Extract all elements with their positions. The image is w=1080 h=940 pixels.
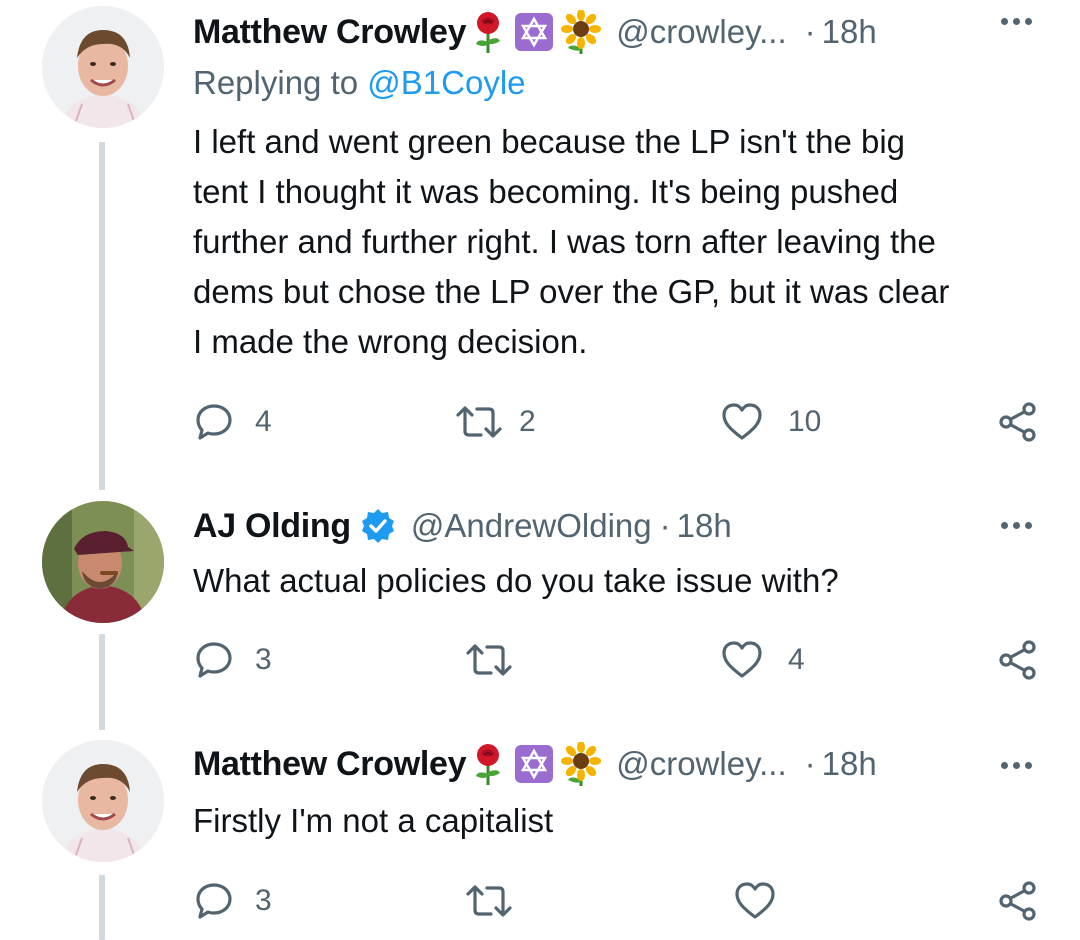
more-options-icon[interactable] [1001,18,1032,25]
tweet-text-line: dems but chose the LP over the GP, but i… [193,273,950,310]
heart-icon [722,403,762,440]
thread-line [99,634,105,730]
heart-icon [722,641,762,678]
tweet-text-line: further and further right. I was torn af… [193,223,936,260]
thread-line [99,875,105,940]
display-name[interactable]: Matthew Crowley [193,13,467,52]
tweet-2[interactable]: AJ Olding @AndrewOlding · 18h What actua… [0,490,1080,730]
separator-dot: · [804,745,816,782]
share-icon [999,402,1036,442]
like-button[interactable]: 4 [720,635,805,685]
retweet-button[interactable] [463,876,535,926]
tweet-header: AJ Olding @AndrewOlding · 18h [193,502,732,550]
action-bar: 4 2 10 [193,397,1043,447]
display-name[interactable]: Matthew Crowley [193,745,467,784]
tweet-header: Matthew Crowley @crowley... · 18h [193,740,877,788]
avatar[interactable] [42,6,164,128]
reply-icon [196,883,232,919]
tweet-1[interactable]: Matthew Crowley @crowley... · 18h Replyi… [0,0,1080,490]
reply-button[interactable]: 4 [193,397,272,447]
replying-to-label: Replying to [193,64,359,101]
timestamp[interactable]: 18h [677,507,732,545]
retweet-icon [466,885,512,917]
reply-button[interactable]: 3 [193,635,272,685]
share-button[interactable] [997,635,1039,685]
thread-line [99,142,105,490]
rose-icon [472,10,504,54]
retweet-button[interactable]: 2 [453,397,536,447]
display-name[interactable]: AJ Olding [193,507,351,546]
more-options-icon[interactable] [1001,522,1032,529]
tweet-text-line: What actual policies do you take issue w… [193,562,839,599]
reply-button[interactable]: 3 [193,876,272,926]
more-options-icon[interactable] [1001,762,1032,769]
reply-icon [196,642,232,678]
tweet-text-line: Firstly I'm not a capitalist [193,802,554,839]
handle[interactable]: @crowley... [616,13,786,51]
separator-dot: · [804,13,816,50]
star-of-david-icon [514,744,554,784]
retweet-count: 2 [519,405,536,438]
star-of-david-icon [514,12,554,52]
share-button[interactable] [997,876,1039,926]
retweet-icon [466,644,512,676]
avatar[interactable] [42,740,164,862]
like-count: 4 [788,643,805,676]
retweet-icon [456,406,502,438]
avatar[interactable] [42,501,164,623]
heart-icon [735,882,775,919]
verified-badge-icon [359,507,397,545]
timestamp[interactable]: 18h [822,745,877,783]
tweet-header: Matthew Crowley @crowley... · 18h [193,8,877,56]
rose-icon [472,742,504,786]
tweet-text: Firstly I'm not a capitalist [193,796,1053,846]
share-icon [999,640,1036,680]
handle[interactable]: @crowley... [616,745,786,783]
tweet-text-line: I left and went green because the LP isn… [193,123,906,160]
action-bar: 3 [193,876,1043,926]
like-count: 10 [788,405,822,438]
timestamp[interactable]: 18h [822,13,877,51]
tweet-text: I left and went green because the LP isn… [193,117,1053,367]
reply-count: 4 [255,405,272,438]
reply-count: 3 [255,643,272,676]
reply-icon [196,404,232,440]
separator-dot: · [659,507,671,544]
replying-to: Replying to @B1Coyle [193,64,526,102]
like-button[interactable] [733,876,797,926]
tweet-3[interactable]: Matthew Crowley @crowley... · 18h Firstl… [0,730,1080,940]
replying-to-mention[interactable]: @B1Coyle [367,64,525,101]
handle[interactable]: @AndrewOlding [411,507,652,545]
sunflower-icon [560,10,602,54]
reply-count: 3 [255,884,272,917]
tweet-text: What actual policies do you take issue w… [193,556,1053,606]
tweet-text-line: I made the wrong decision. [193,323,588,360]
tweet-text-line: tent I thought it was becoming. It's bei… [193,173,899,210]
retweet-button[interactable] [463,635,535,685]
like-button[interactable]: 10 [720,397,821,447]
share-icon [999,881,1036,921]
action-bar: 3 4 [193,635,1043,685]
sunflower-icon [560,742,602,786]
share-button[interactable] [997,397,1039,447]
